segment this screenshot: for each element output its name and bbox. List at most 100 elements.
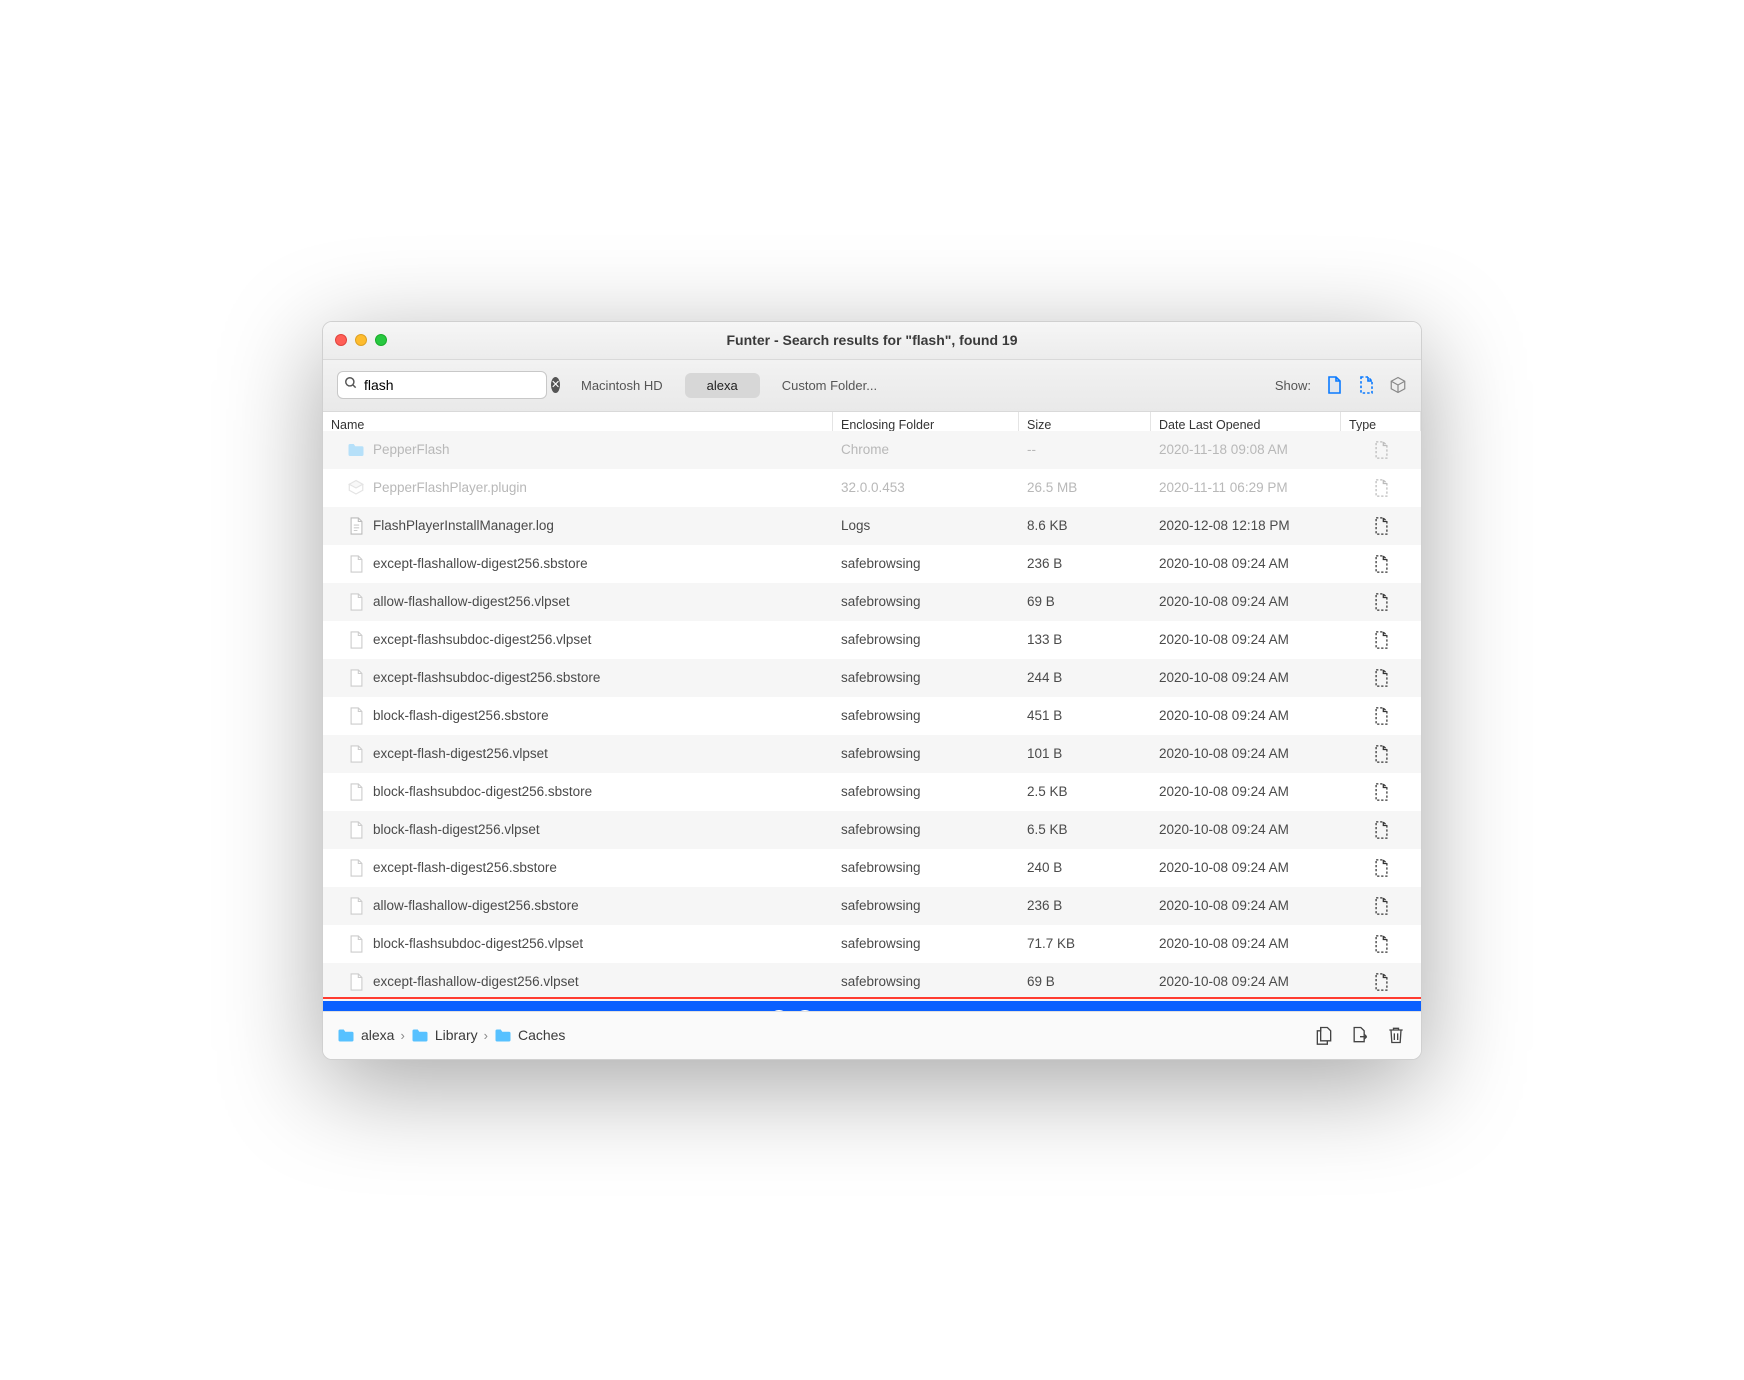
quicklook-icon[interactable] (769, 1010, 789, 1011)
result-row[interactable]: com.adobe.flashplayer.installmanagerCach… (323, 1001, 1421, 1011)
reveal-icon[interactable] (795, 1010, 815, 1011)
show-hidden-files-button[interactable] (1357, 375, 1375, 395)
hidden-file-icon (1341, 517, 1421, 535)
search-icon (344, 376, 358, 395)
cell-size: 101 B (1019, 746, 1151, 761)
show-filter-group: Show: (1275, 375, 1407, 395)
trash-button[interactable] (1385, 1024, 1407, 1046)
app-window: Funter - Search results for "flash", fou… (322, 321, 1422, 1060)
plugin-icon (347, 478, 365, 498)
result-row[interactable]: except-flashallow-digest256.sbstoresafeb… (323, 545, 1421, 583)
result-row[interactable]: block-flashsubdoc-digest256.vlpset safebr… (323, 925, 1421, 963)
breadcrumb-item[interactable]: Caches (494, 1027, 565, 1043)
search-field[interactable]: ✕ (337, 371, 547, 399)
cell-size: 236 B (1019, 898, 1151, 913)
hidden-file-icon (1341, 897, 1421, 915)
cell-date: 2020-10-08 09:24 AM (1151, 746, 1341, 761)
toolbar: ✕ Macintosh HDalexaCustom Folder... Show… (323, 360, 1421, 412)
file-name: block-flashsubdoc-digest256.vlpset (373, 936, 583, 951)
breadcrumb-item[interactable]: Library (411, 1027, 478, 1043)
result-row[interactable]: except-flash-digest256.vlpsetsafebrowsin… (323, 735, 1421, 773)
cell-enc: safebrowsing (833, 670, 1019, 685)
cell-size: 69 B (1019, 594, 1151, 609)
cell-size: 69 B (1019, 974, 1151, 989)
cell-enc: safebrowsing (833, 974, 1019, 989)
result-row[interactable]: block-flash-digest256.vlpsetsafebrowsing… (323, 811, 1421, 849)
result-row[interactable]: except-flashallow-digest256.vlpset safebr… (323, 963, 1421, 1001)
result-row[interactable]: except-flashsubdoc-digest256.vlpset safeb… (323, 621, 1421, 659)
file-name: allow-flashallow-digest256.vlpset (373, 594, 570, 609)
blank-icon (347, 782, 365, 802)
breadcrumb-item[interactable]: alexa (337, 1027, 394, 1043)
show-label: Show: (1275, 378, 1311, 393)
cell-size: 26.5 MB (1019, 480, 1151, 495)
cell-enc: safebrowsing (833, 708, 1019, 723)
result-row[interactable]: PepperFlashPlayer.plugin32.0.0.45326.5 M… (323, 469, 1421, 507)
cell-date: 2020-12-08 12:18 PM (1151, 518, 1341, 533)
file-name: except-flash-digest256.sbstore (373, 860, 557, 875)
cell-date: 2020-10-08 09:24 AM (1151, 594, 1341, 609)
hidden-file-icon (1341, 479, 1421, 497)
hidden-file-icon (1341, 935, 1421, 953)
cell-enc: Chrome (833, 442, 1019, 457)
cell-date: 2020-10-08 09:24 AM (1151, 822, 1341, 837)
cell-date: 2020-10-08 09:24 AM (1151, 670, 1341, 685)
hidden-file-icon (1341, 707, 1421, 725)
hidden-file-icon (1341, 555, 1421, 573)
hidden-file-icon (1341, 973, 1421, 991)
result-row[interactable]: allow-flashallow-digest256.vlpset safebro… (323, 583, 1421, 621)
file-name: except-flashallow-digest256.vlpset (373, 974, 579, 989)
titlebar: Funter - Search results for "flash", fou… (323, 322, 1421, 360)
file-name: PepperFlashPlayer.plugin (373, 480, 527, 495)
hidden-file-icon (1341, 745, 1421, 763)
show-visible-files-button[interactable] (1325, 375, 1343, 395)
result-row[interactable]: FlashPlayerInstallManager.logLogs8.6 KB2… (323, 507, 1421, 545)
cell-date: 2020-11-18 09:08 AM (1151, 442, 1341, 457)
close-window-button[interactable] (335, 334, 347, 346)
scope-custom-folder-[interactable]: Custom Folder... (760, 373, 899, 398)
file-name: allow-flashallow-digest256.sbstore (373, 898, 579, 913)
blank-icon (347, 896, 365, 916)
result-row[interactable]: PepperFlash Chrome--2020-11-18 09:08 AM (323, 431, 1421, 469)
blank-icon (347, 744, 365, 764)
cell-size: 451 B (1019, 708, 1151, 723)
file-name: PepperFlash (373, 442, 450, 457)
hidden-file-icon (1341, 783, 1421, 801)
file-name: except-flashsubdoc-digest256.sbstore (373, 670, 600, 685)
zoom-window-button[interactable] (375, 334, 387, 346)
cell-size: 236 B (1019, 556, 1151, 571)
blank-icon (347, 972, 365, 992)
window-title: Funter - Search results for "flash", fou… (323, 332, 1421, 348)
scope-macintosh-hd[interactable]: Macintosh HD (559, 373, 685, 398)
result-row[interactable]: except-flash-digest256.sbstoresafebrowsi… (323, 849, 1421, 887)
search-input[interactable] (364, 377, 545, 393)
file-name: except-flashsubdoc-digest256.vlpset (373, 632, 591, 647)
cell-size: 2.5 KB (1019, 784, 1151, 799)
cell-enc: safebrowsing (833, 898, 1019, 913)
show-packages-button[interactable] (1389, 375, 1407, 395)
result-row[interactable]: block-flashsubdoc-digest256.sbstoresafeb… (323, 773, 1421, 811)
hidden-file-icon (1341, 631, 1421, 649)
cell-date: 2020-10-08 09:24 AM (1151, 556, 1341, 571)
move-button[interactable] (1349, 1024, 1371, 1046)
footer: alexa›Library›Caches (323, 1011, 1421, 1059)
scope-selector: Macintosh HDalexaCustom Folder... (559, 373, 899, 398)
cell-enc: safebrowsing (833, 556, 1019, 571)
file-name: block-flashsubdoc-digest256.sbstore (373, 784, 592, 799)
cell-enc: safebrowsing (833, 632, 1019, 647)
scope-alexa[interactable]: alexa (685, 373, 760, 398)
blank-icon (347, 554, 365, 574)
result-row[interactable]: except-flashsubdoc-digest256.sbstore safe… (323, 659, 1421, 697)
hidden-file-icon (1341, 441, 1421, 459)
hidden-file-icon (1341, 669, 1421, 687)
minimize-window-button[interactable] (355, 334, 367, 346)
cell-size: -- (1019, 442, 1151, 457)
cell-enc: safebrowsing (833, 936, 1019, 951)
results-list: PepperFlashChrome--2020-11-18 09:08 AMPe… (323, 431, 1421, 1011)
copy-button[interactable] (1313, 1024, 1335, 1046)
blank-icon (347, 820, 365, 840)
cell-date: 2020-10-08 09:24 AM (1151, 632, 1341, 647)
result-row[interactable]: block-flash-digest256.sbstoresafebrowsin… (323, 697, 1421, 735)
cell-enc: safebrowsing (833, 594, 1019, 609)
result-row[interactable]: allow-flashallow-digest256.sbstore safebr… (323, 887, 1421, 925)
